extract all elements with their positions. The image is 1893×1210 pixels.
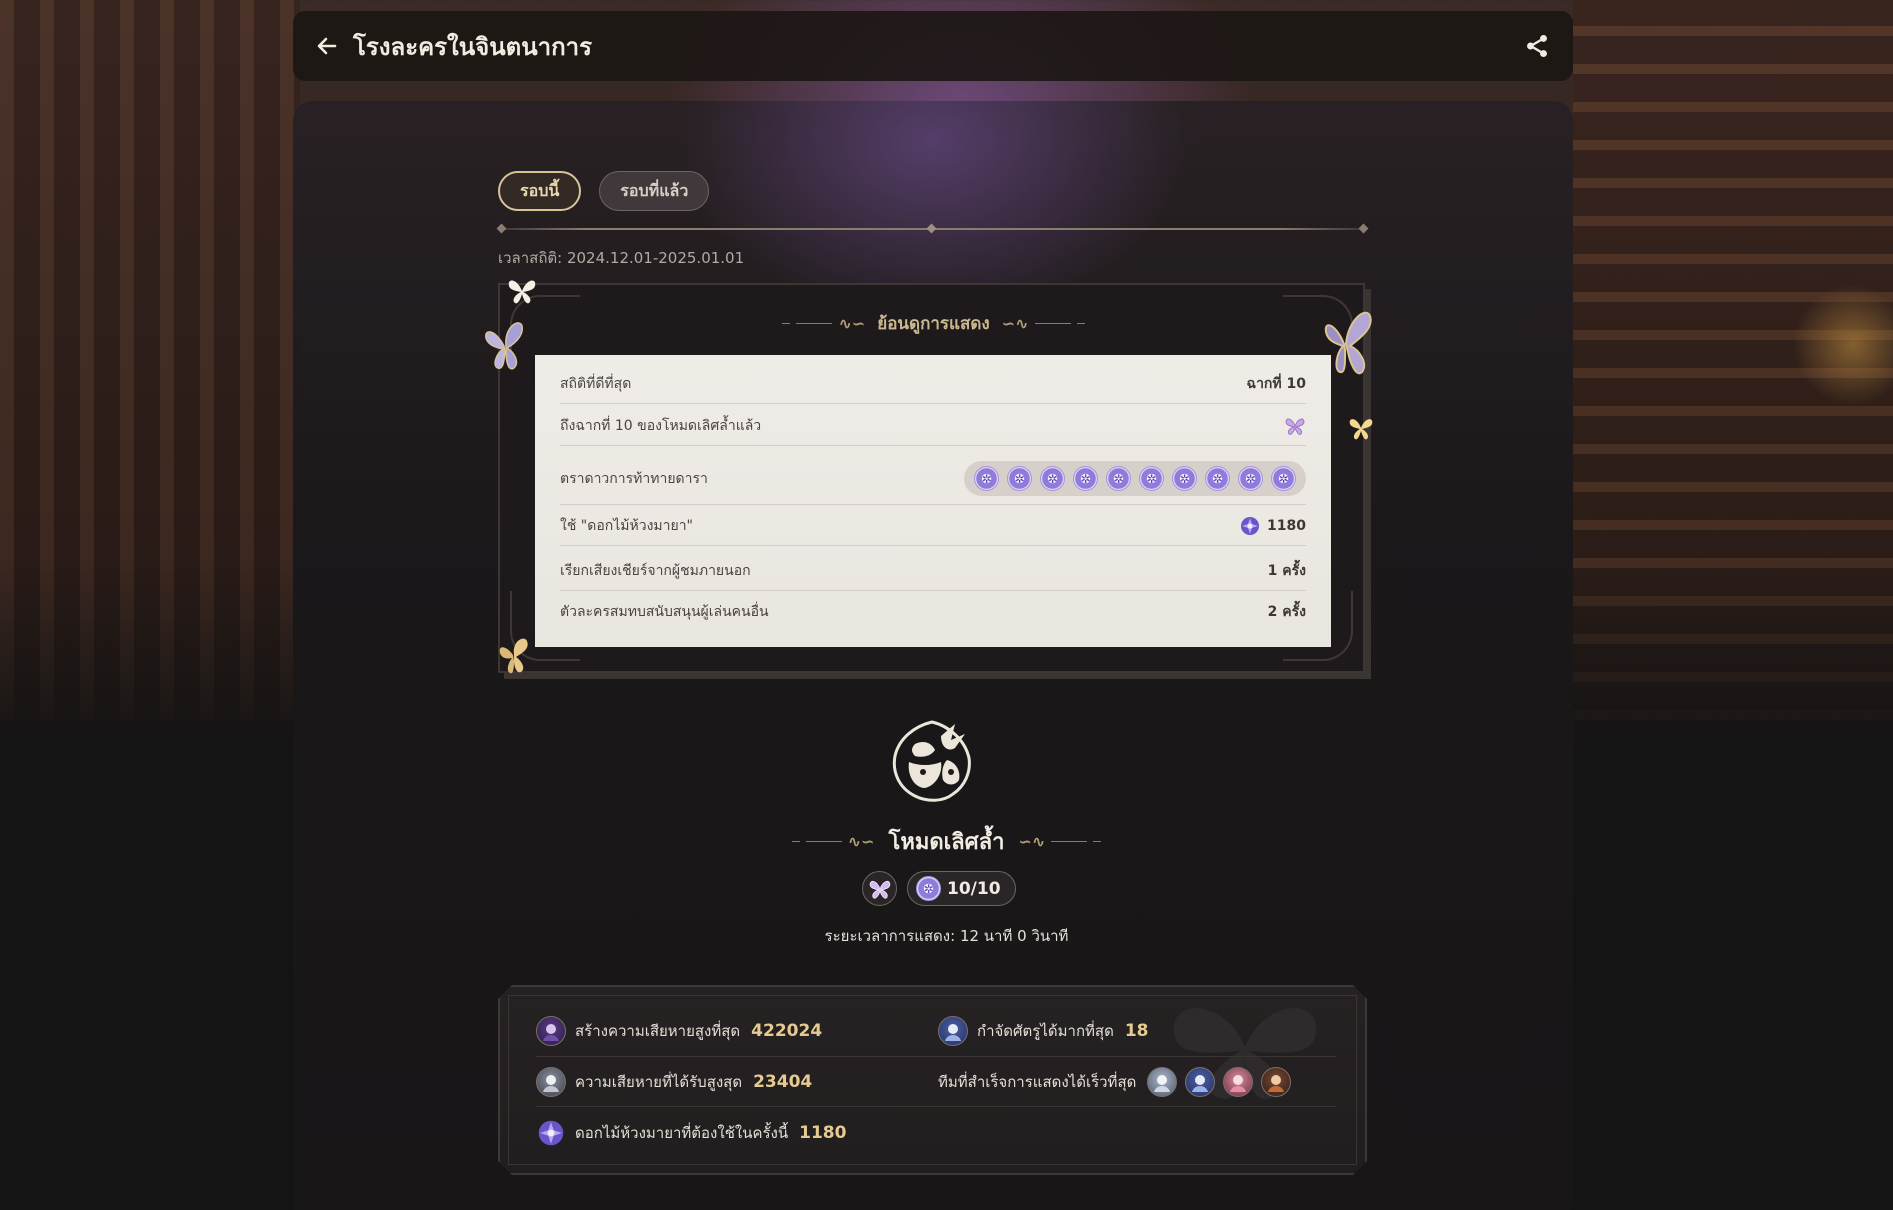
mode-badges: ✲ 10/10 (862, 871, 1016, 906)
tab-last-round[interactable]: รอบที่แล้ว (599, 171, 710, 211)
stat-label: ความเสียหายที่ได้รับสูงสุด (575, 1073, 743, 1091)
stat-highest-damage-taken: ความเสียหายที่ได้รับสูงสุด 23404 (536, 1067, 812, 1097)
stat-value: 18 (1124, 1021, 1149, 1041)
review-row-value: 1 ครั้ง (1267, 563, 1306, 579)
stat-label: กำจัดศัตรูได้มากที่สุด (977, 1022, 1114, 1040)
review-row-value: 2 ครั้ง (1267, 604, 1306, 620)
review-row-flowers-used: ใช้ "ดอกไม้ห้วงมายา" 1180 (560, 515, 1306, 546)
butterfly-badge (862, 871, 897, 906)
team-member-avatar[interactable] (1185, 1067, 1215, 1097)
stat-value: 23404 (753, 1072, 813, 1092)
star-medal-icon: ✲ (1106, 466, 1131, 491)
round-tabs: รอบนี้ รอบที่แล้ว (498, 171, 710, 211)
review-heading: ∿∽ ย้อนดูการแสดง ∽∿ (500, 310, 1367, 337)
stat-period: เวลาสถิติ: 2024.12.01-2025.01.01 (498, 249, 745, 267)
review-row-label: ถึงฉากที่ 10 ของโหมดเลิศล้ำแล้ว (560, 418, 762, 434)
butterfly-icon (1285, 418, 1305, 435)
review-row-best-record: สถิติที่ดีที่สุด ฉากที่ 10 (560, 373, 1306, 404)
share-icon (1527, 34, 1547, 58)
stat-value: 1180 (799, 1123, 847, 1143)
character-avatar (938, 1016, 968, 1046)
illusion-flower-icon (536, 1118, 566, 1148)
mode-title: ∿∽ โหมดเลิศล้ำ ∽∿ (0, 824, 1893, 859)
character-avatar (536, 1016, 566, 1046)
star-score: 10/10 (947, 878, 1001, 899)
star-medal-list: ✲ ✲ ✲ ✲ ✲ ✲ ✲ ✲ ✲ ✲ (964, 461, 1306, 496)
review-row-label: ตัวละครสมทบสนับสนุนผู้เล่นคนอื่น (560, 604, 769, 620)
battle-stats-box: สร้างความเสียหายสูงที่สุด 422024 กำจัดศั… (498, 985, 1367, 1175)
star-score-badge: ✲ 10/10 (907, 871, 1016, 906)
stat-value: 422024 (751, 1021, 823, 1041)
star-medal-icon: ✲ (1172, 466, 1197, 491)
ornament-left: ∿∽ (782, 314, 865, 333)
stat-highest-damage: สร้างความเสียหายสูงที่สุด 422024 (536, 1016, 822, 1046)
review-title: ย้อนดูการแสดง (877, 314, 990, 334)
section-divider (498, 223, 1367, 234)
butterfly-decoration-icon (1324, 311, 1372, 375)
ornament-right: ∽∿ (1002, 314, 1085, 333)
review-row-external-cheers: เรียกเสียงเชียร์จากผู้ชมภายนอก 1 ครั้ง (560, 560, 1306, 591)
back-button[interactable] (309, 28, 345, 64)
team-avatars (1147, 1067, 1291, 1097)
stat-flowers-used: ดอกไม้ห้วงมายาที่ต้องใช้ในครั้งนี้ 1180 (536, 1118, 846, 1148)
mask-emblem-icon (892, 720, 971, 802)
review-row-label: ตราดาวการท้าทายดารา (560, 470, 708, 487)
review-row-stellar-medals: ตราดาวการท้าทายดารา ✲ ✲ ✲ ✲ ✲ ✲ ✲ ✲ ✲ ✲ (560, 461, 1306, 505)
butterfly-decoration-icon (499, 638, 528, 674)
review-row-label: สถิติที่ดีที่สุด (560, 376, 632, 392)
review-row-support-characters: ตัวละครสมทบสนับสนุนผู้เล่นคนอื่น 2 ครั้ง (560, 601, 1306, 623)
review-row-value: 1180 (1267, 518, 1306, 534)
review-row-label: ใช้ "ดอกไม้ห้วงมายา" (560, 518, 693, 534)
review-row-value: ฉากที่ 10 (1246, 376, 1306, 392)
stat-fastest-team: ทีมที่สำเร็จการแสดงได้เร็วที่สุด (938, 1067, 1291, 1097)
team-member-avatar[interactable] (1261, 1067, 1291, 1097)
performance-review-card: ∿∽ ย้อนดูการแสดง ∽∿ สถิติที่ดีที่สุด ฉาก… (498, 283, 1365, 673)
review-row-reached-act: ถึงฉากที่ 10 ของโหมดเลิศล้ำแล้ว (560, 415, 1306, 446)
star-medal-icon: ✲ (974, 466, 999, 491)
stat-label: ดอกไม้ห้วงมายาที่ต้องใช้ในครั้งนี้ (575, 1124, 789, 1142)
arrow-left-icon (317, 37, 337, 55)
star-medal-icon: ✲ (1073, 466, 1098, 491)
butterfly-decoration-icon (485, 322, 523, 370)
star-medal-icon: ✲ (1007, 466, 1032, 491)
star-medal-icon: ✲ (1139, 466, 1164, 491)
tab-this-round[interactable]: รอบนี้ (498, 171, 582, 211)
share-button[interactable] (1519, 28, 1555, 64)
star-medal-icon: ✲ (1205, 466, 1230, 491)
stat-most-defeats: กำจัดศัตรูได้มากที่สุด 18 (938, 1016, 1149, 1046)
star-medal-icon: ✲ (1271, 466, 1296, 491)
stat-label: ทีมที่สำเร็จการแสดงได้เร็วที่สุด (938, 1073, 1137, 1091)
page-title: โรงละครในจินตนาการ (353, 32, 593, 61)
mode-name: โหมดเลิศล้ำ (888, 830, 1005, 855)
performance-duration: ระยะเวลาการแสดง: 12 นาที 0 วินาที (824, 927, 1069, 945)
star-medal-icon: ✲ (1040, 466, 1065, 491)
review-row-label: เรียกเสียงเชียร์จากผู้ชมภายนอก (560, 563, 751, 579)
illusion-flower-icon (1241, 517, 1260, 535)
ornament-right: ∽∿ (1018, 832, 1102, 851)
character-avatar (536, 1067, 566, 1097)
stat-label: สร้างความเสียหายสูงที่สุด (575, 1022, 741, 1040)
star-medal-icon: ✲ (1238, 466, 1263, 491)
butterfly-decoration-icon (508, 280, 536, 304)
team-member-avatar[interactable] (1147, 1067, 1177, 1097)
star-medal-icon: ✲ (916, 876, 941, 901)
team-member-avatar[interactable] (1223, 1067, 1253, 1097)
butterfly-decoration-icon (1349, 419, 1373, 440)
butterfly-icon (869, 880, 890, 899)
top-bar: โรงละครในจินตนาการ (293, 11, 1573, 81)
ornament-left: ∿∽ (791, 832, 875, 851)
review-table: สถิติที่ดีที่สุด ฉากที่ 10 ถึงฉากที่ 10 … (535, 355, 1331, 647)
